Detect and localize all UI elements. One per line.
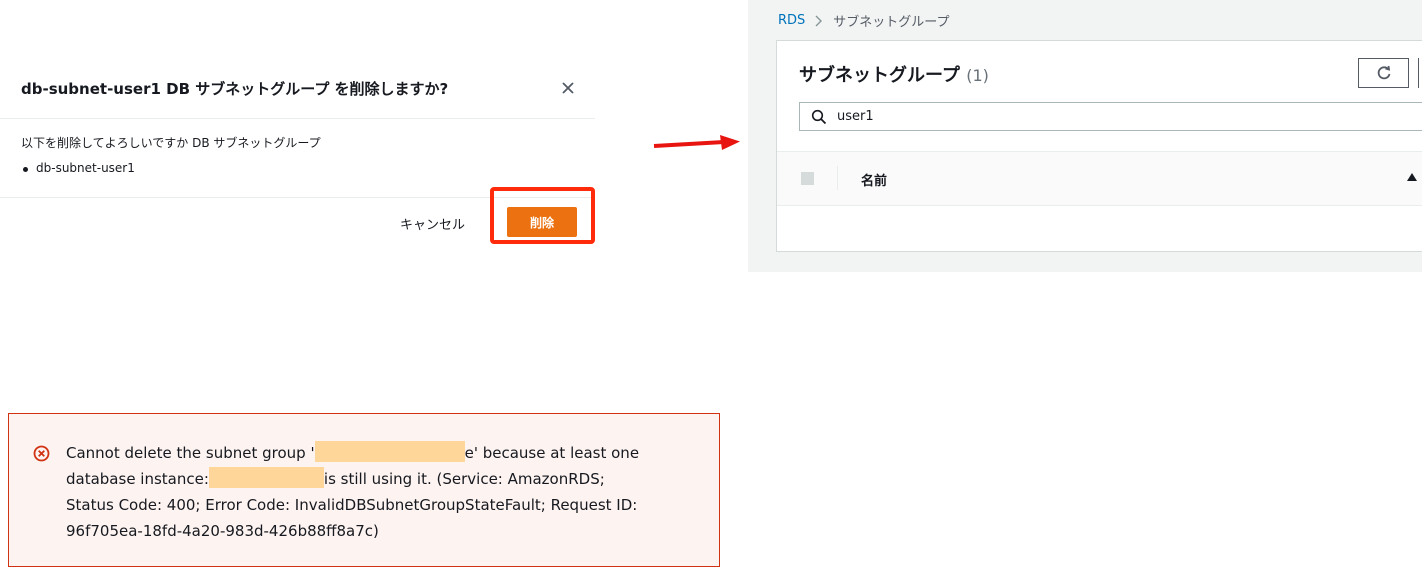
select-all-checkbox[interactable]: [801, 172, 814, 185]
list-item: db-subnet-user1: [21, 161, 581, 175]
modal-item-list: db-subnet-user1: [21, 161, 581, 175]
search-icon: [811, 109, 827, 125]
error-alert: Cannot delete the subnet group ' e' becau…: [8, 413, 720, 567]
modal-title: db-subnet-user1 DB サブネットグループ を削除しますか?: [21, 80, 449, 98]
column-header-name[interactable]: 名前: [861, 170, 887, 189]
modal-header: db-subnet-user1 DB サブネットグループ を削除しますか?: [0, 62, 595, 119]
redacted-subnet-group-name: [314, 441, 465, 462]
item-count: (1): [966, 66, 989, 85]
modal-body: 以下を削除してよろしいですか DB サブネットグループ db-subnet-us…: [21, 134, 581, 175]
refresh-icon: [1377, 65, 1390, 80]
error-text-1b: e' because at least one: [464, 444, 640, 462]
redacted-instance-name: [208, 467, 324, 488]
refresh-button[interactable]: [1358, 58, 1409, 88]
error-text-1a: Cannot delete the subnet group ': [66, 444, 315, 462]
page-title-text: サブネットグループ: [799, 65, 960, 86]
subnet-groups-card: サブネットグループ (1) user1 名前: [776, 40, 1422, 252]
error-message: Cannot delete the subnet group ' e' becau…: [66, 440, 711, 544]
toolbar-divider: [1418, 58, 1419, 88]
sort-ascending-icon[interactable]: [1407, 173, 1417, 181]
cancel-button[interactable]: キャンセル: [400, 214, 465, 233]
close-icon[interactable]: [556, 76, 580, 100]
breadcrumb-rds-link[interactable]: RDS: [778, 13, 805, 28]
breadcrumb-current: サブネットグループ: [833, 15, 950, 30]
chevron-right-icon: [815, 15, 823, 26]
error-icon: [33, 445, 50, 462]
arrow-annotation-icon: [653, 135, 740, 150]
table-header: 名前: [777, 151, 1422, 206]
error-text-2a: database instance:: [66, 470, 209, 488]
error-text-3: Status Code: 400; Error Code: InvalidDBS…: [66, 496, 638, 514]
search-input[interactable]: user1: [799, 102, 1422, 131]
delete-subnet-group-modal: db-subnet-user1 DB サブネットグループ を削除しますか? 以下…: [0, 62, 595, 252]
modal-message: 以下を削除してよろしいですか DB サブネットグループ: [21, 136, 321, 150]
delete-button[interactable]: 削除: [507, 207, 577, 237]
page-title: サブネットグループ (1): [799, 61, 989, 87]
search-value: user1: [837, 109, 874, 124]
breadcrumb: RDS サブネットグループ: [778, 11, 950, 30]
error-text-2b: is still using it. (Service: AmazonRDS;: [323, 470, 605, 488]
error-text-4: 96f705ea-18fd-4a20-983d-426b88ff8a7c): [66, 522, 379, 540]
column-divider: [837, 166, 838, 190]
